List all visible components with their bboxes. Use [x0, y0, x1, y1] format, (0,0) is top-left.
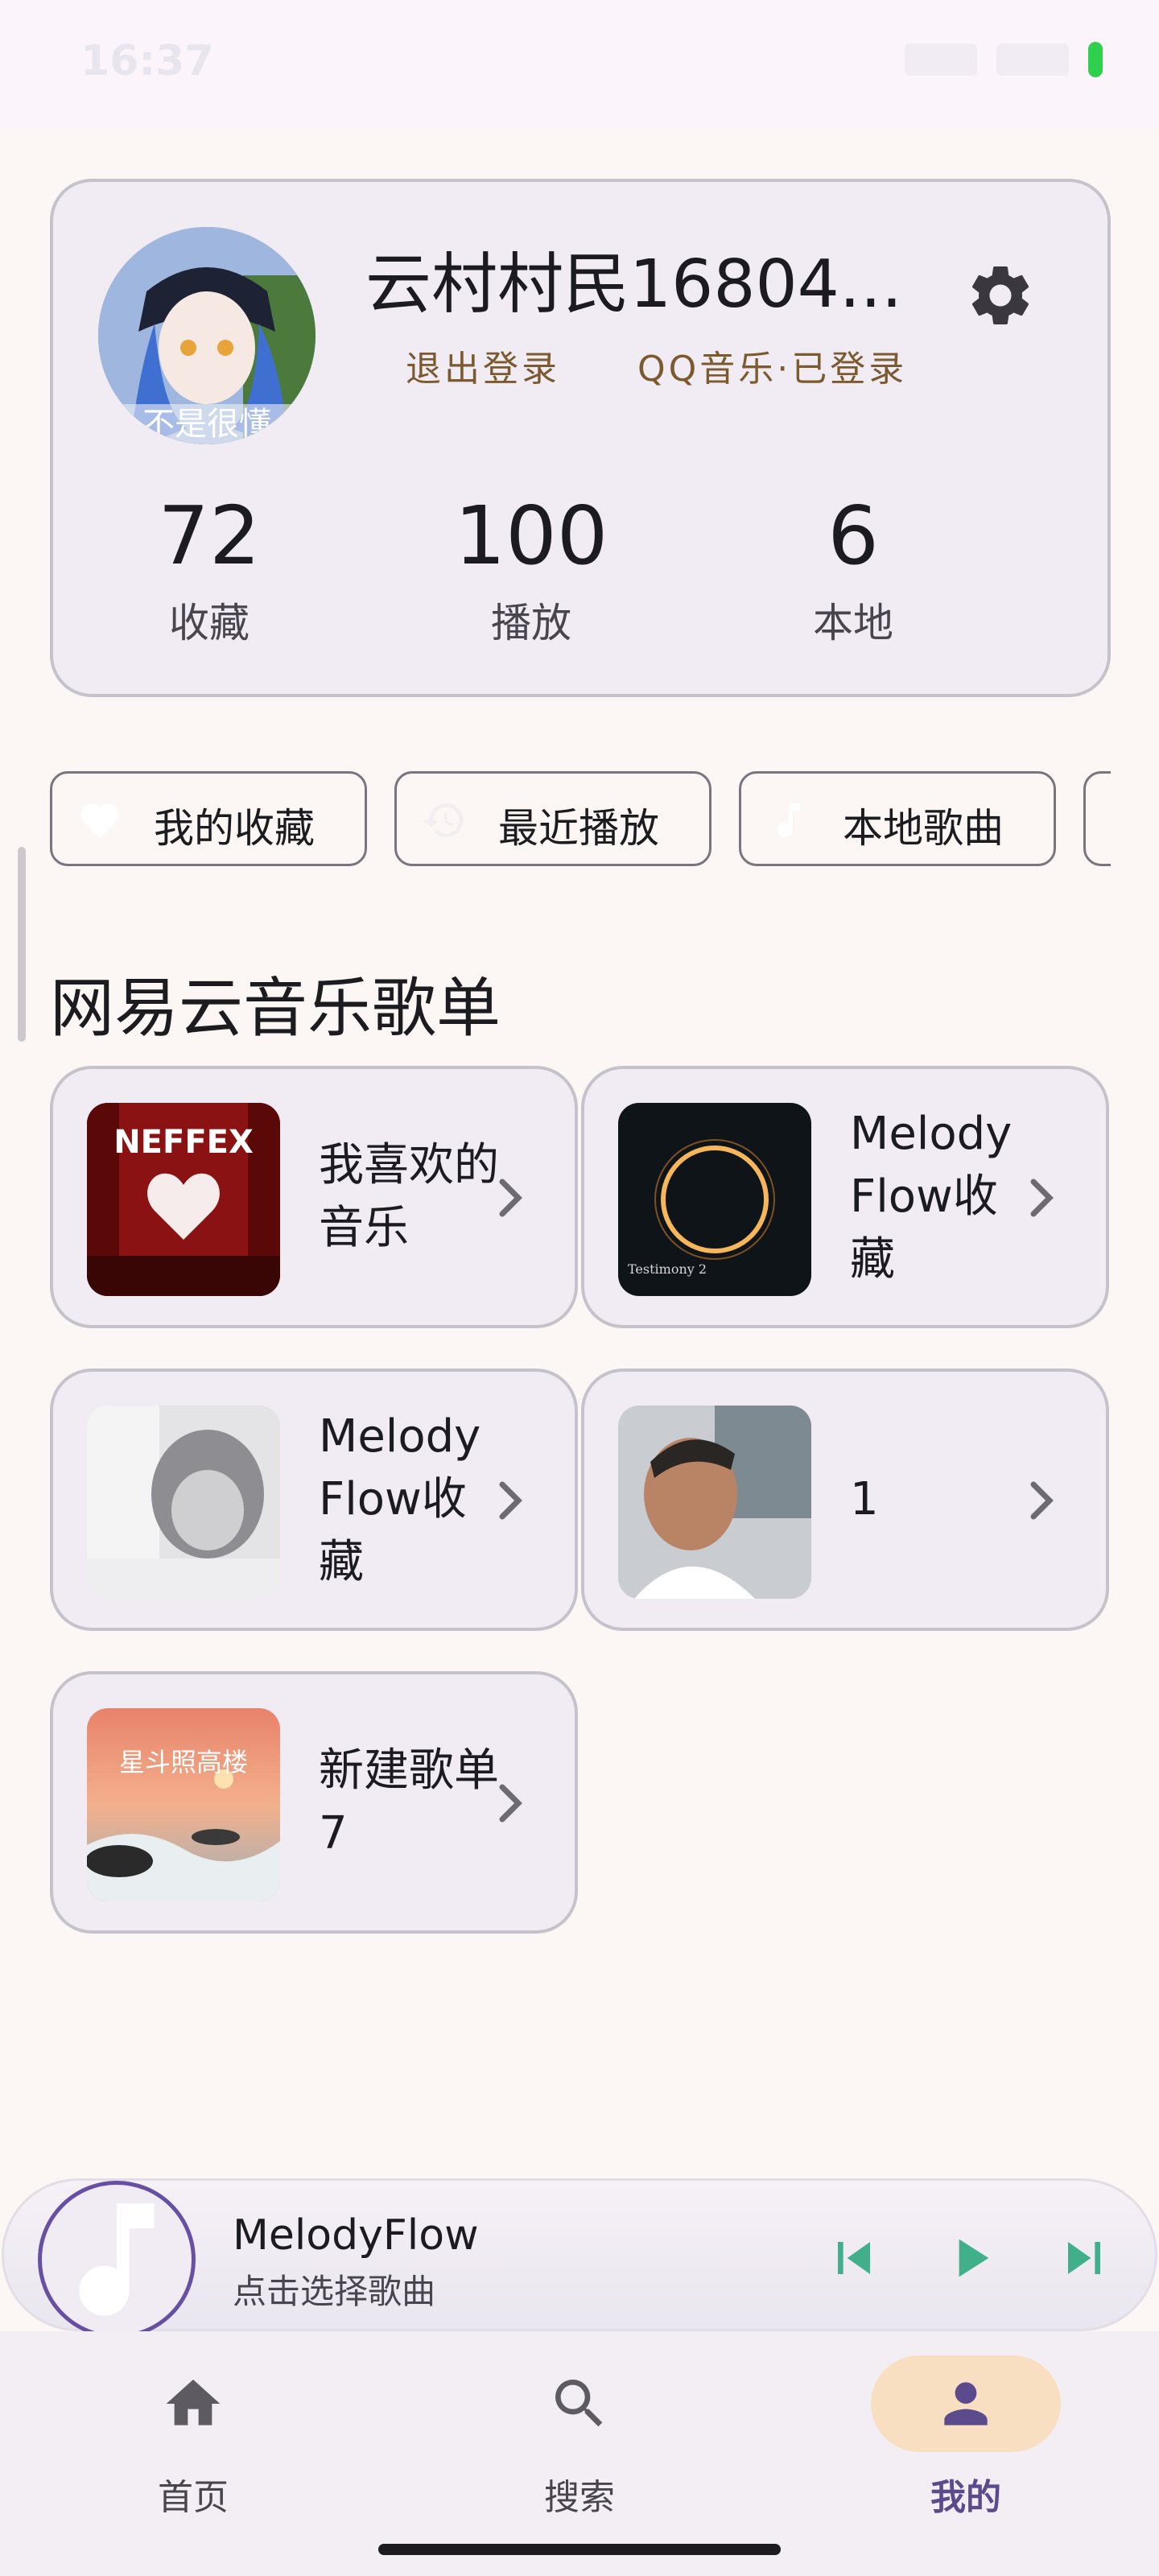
logout-link[interactable]: 退出登录 — [406, 340, 560, 391]
nav-label: 我的 — [930, 2477, 1001, 2518]
chip-label: 最近播放 — [498, 805, 659, 852]
now-playing-subtitle: 点击选择歌曲 — [233, 2272, 436, 2311]
section-title: 网易云音乐歌单 — [50, 971, 501, 1046]
history-icon — [423, 803, 464, 837]
stat-favorites[interactable]: 72 收藏 — [89, 488, 330, 649]
playlist-cover: 星斗照高楼 — [87, 1708, 280, 1901]
skip-previous-icon[interactable] — [822, 2226, 886, 2290]
qq-music-status[interactable]: QQ音乐·已登录 — [637, 340, 907, 391]
playlist-card[interactable]: Testimony 2 MelodyFlow收藏 — [581, 1066, 1109, 1328]
playlist-cover: Testimony 2 — [618, 1103, 811, 1296]
stat-local[interactable]: 6 本地 — [732, 488, 974, 649]
signal-icon — [905, 43, 977, 76]
stat-value: 72 — [158, 489, 261, 583]
wifi-icon — [996, 43, 1069, 76]
playlist-card[interactable]: 星斗照高楼 新建歌单7 — [50, 1671, 578, 1934]
scroll-indicator[interactable] — [18, 847, 26, 1042]
chip-recent[interactable]: 最近播放 — [394, 771, 711, 866]
stat-label: 收藏 — [169, 600, 250, 646]
nav-label: 首页 — [158, 2477, 229, 2518]
playlist-cover: NEFFEX — [87, 1103, 280, 1296]
stat-label: 播放 — [491, 600, 571, 646]
nav-mine[interactable]: 我的 — [869, 2355, 1062, 2533]
music-note-icon — [79, 2203, 155, 2316]
search-icon — [555, 2380, 603, 2427]
play-icon[interactable] — [938, 2226, 1002, 2290]
cover-text: Testimony 2 — [628, 1261, 707, 1277]
chip-local[interactable]: 本地歌曲 — [739, 771, 1056, 866]
stat-plays[interactable]: 100 播放 — [410, 488, 652, 649]
now-playing-title: MelodyFlow — [233, 2211, 479, 2260]
playlist-cover — [618, 1406, 811, 1599]
nav-search[interactable]: 搜索 — [483, 2355, 676, 2533]
profile-card: 不是很懂 云村村民16804... 退出登录 QQ音乐·已登录 72 收藏 10… — [50, 179, 1111, 697]
mini-player[interactable]: MelodyFlow 点击选择歌曲 — [2, 2178, 1157, 2339]
home-indicator[interactable] — [378, 2544, 781, 2555]
settings-button[interactable] — [964, 259, 1037, 332]
status-icons — [905, 42, 1103, 77]
avatar-image: 不是很懂 — [98, 227, 316, 444]
status-bar: 16:37 — [0, 0, 1159, 129]
heart-icon — [80, 803, 119, 838]
account-links: 退出登录 QQ音乐·已登录 — [406, 340, 907, 391]
playlist-name: MelodyFlow收藏 — [319, 1410, 481, 1588]
avatar[interactable]: 不是很懂 — [98, 227, 316, 444]
nav-label: 搜索 — [544, 2477, 615, 2518]
playlist-name: 我喜欢的音乐 — [319, 1139, 499, 1254]
chevron-right-icon — [499, 1481, 522, 1520]
bottom-nav: 首页 搜索 我的 — [0, 2331, 1159, 2576]
gear-icon — [971, 266, 1029, 324]
stat-value: 100 — [454, 489, 608, 583]
chevron-right-icon — [499, 1784, 522, 1823]
chevron-right-icon — [1030, 1179, 1054, 1217]
avatar-caption: 不是很懂 — [142, 406, 271, 443]
stats-row: 72 收藏 100 播放 6 本地 — [53, 488, 1107, 673]
status-time: 16:37 — [80, 37, 214, 85]
stat-label: 本地 — [813, 600, 893, 646]
cover-text: NEFFEX — [113, 1124, 254, 1161]
chip-label: 我的收藏 — [154, 805, 315, 852]
album-art[interactable] — [38, 2181, 196, 2339]
playlist-card[interactable]: MelodyFlow收藏 — [50, 1368, 578, 1631]
chevron-right-icon — [499, 1179, 522, 1217]
cover-text: 星斗照高楼 — [119, 1747, 248, 1777]
skip-next-icon[interactable] — [1052, 2226, 1116, 2290]
person-icon — [944, 2382, 988, 2425]
playlist-card[interactable]: 1 — [581, 1368, 1109, 1631]
playlist-name: MelodyFlow收藏 — [850, 1108, 1013, 1286]
battery-icon — [1088, 42, 1103, 77]
chip-favorites[interactable]: 我的收藏 — [50, 771, 367, 866]
home-icon — [166, 2380, 221, 2425]
quick-chips: 我的收藏 最近播放 本地歌曲 — [50, 771, 1111, 868]
playlist-card[interactable]: NEFFEX 我喜欢的音乐 — [50, 1066, 578, 1328]
username: 云村村民16804... — [365, 246, 903, 323]
playlist-name: 1 — [850, 1473, 879, 1525]
playlist-cover — [87, 1406, 280, 1599]
stat-value: 6 — [827, 489, 879, 583]
chip-label: 本地歌曲 — [843, 805, 1004, 852]
nav-home[interactable]: 首页 — [97, 2355, 290, 2533]
chip-more[interactable] — [1083, 771, 1111, 866]
chevron-right-icon — [1030, 1481, 1054, 1520]
music-note-icon — [777, 803, 800, 837]
playlist-name: 新建歌单7 — [319, 1744, 499, 1860]
